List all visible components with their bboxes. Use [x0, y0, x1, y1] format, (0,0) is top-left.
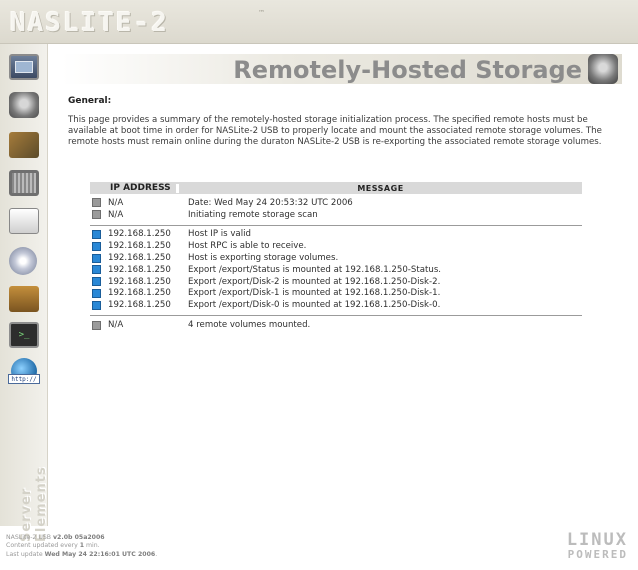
cell-message: Host IP is valid	[188, 229, 251, 240]
cell-ip: 192.168.1.250	[108, 229, 171, 240]
table-row: N/A Initiating remote storage scan	[90, 209, 582, 221]
sidebar-nav: >_ http:// Server Elements	[0, 44, 49, 542]
cell-ip: N/A	[108, 320, 124, 331]
status-indicator-blue	[92, 288, 101, 298]
naslite-logo[interactable]: NASLITE-2	[10, 8, 169, 38]
http-badge[interactable]: http://	[8, 374, 40, 384]
terminal-icon[interactable]: >_	[9, 322, 39, 348]
cell-message: Host is exporting storage volumes.	[188, 253, 339, 264]
cell-ip: 192.168.1.250	[108, 276, 171, 287]
status-indicator-blue	[92, 229, 101, 239]
network-icon[interactable]	[9, 132, 39, 158]
cell-message: Export /export/Disk-0 is mounted at 192.…	[188, 300, 441, 311]
linux-logo-text: LINUX	[566, 530, 628, 550]
table-row: N/A Date: Wed May 24 20:53:32 UTC 2006	[90, 197, 582, 209]
app-window: NASLITE-2 ™ >_ http:// Server Elements R…	[0, 0, 638, 570]
monitor-icon[interactable]	[9, 54, 39, 80]
intro-text: This page provides a summary of the remo…	[68, 115, 602, 148]
cd-icon[interactable]	[9, 247, 37, 275]
disk-icon[interactable]	[9, 92, 39, 118]
table-row: 192.168.1.250 Export /export/Disk-2 is m…	[90, 276, 582, 288]
status-indicator-blue	[92, 241, 101, 251]
table-row: 192.168.1.250 Host IP is valid	[90, 229, 582, 241]
terminal-prompt-glyph: >_	[18, 330, 30, 340]
cell-message: Host RPC is able to receive.	[188, 241, 307, 252]
cell-message: Export /export/Status is mounted at 192.…	[188, 264, 442, 275]
footer-last-update-suffix: .	[155, 550, 158, 558]
row-divider	[90, 224, 582, 226]
status-indicator-gray	[92, 320, 101, 330]
footer-update-label: Content updated every	[6, 542, 80, 550]
footer-last-update-label: Last update	[6, 550, 45, 558]
row-divider	[90, 315, 582, 317]
cell-message: Export /export/Disk-2 is mounted at 192.…	[188, 276, 441, 287]
footer-update-line: Content updated every 1 min.	[6, 542, 157, 550]
cell-ip: 192.168.1.250	[108, 241, 171, 252]
column-header-message: MESSAGE	[176, 183, 582, 193]
table-header: IP ADDRESS MESSAGE	[90, 182, 582, 194]
footer-version-line: NASLite-2 USB v2.0b 05a2006	[6, 534, 157, 542]
table-row: 192.168.1.250 Export /export/Disk-1 is m…	[90, 288, 582, 300]
cell-message: Date: Wed May 24 20:53:32 UTC 2006	[188, 197, 353, 208]
cell-message: 4 remote volumes mounted.	[188, 320, 311, 331]
footer-version-label: NASLite-2 USB	[6, 534, 53, 541]
cell-ip: 192.168.1.250	[108, 264, 171, 275]
column-header-ip: IP ADDRESS	[110, 183, 171, 193]
status-indicator-blue	[92, 300, 101, 310]
row-group-start: N/A Date: Wed May 24 20:53:32 UTC 2006 N…	[90, 197, 582, 221]
status-indicator-gray	[92, 210, 101, 220]
section-label: General:	[68, 96, 112, 106]
table-row: 192.168.1.250 Export /export/Disk-0 is m…	[90, 299, 582, 311]
status-indicator-gray	[92, 198, 101, 208]
status-indicator-blue	[92, 277, 101, 287]
footer-last-update-line: Last update Wed May 24 22:16:01 UTC 2006…	[6, 551, 157, 559]
table-row: 192.168.1.250 Export /export/Status is m…	[90, 264, 582, 276]
table-row: N/A 4 remote volumes mounted.	[90, 319, 582, 331]
footer-last-update-value: Wed May 24 22:16:01 UTC 2006	[44, 550, 156, 558]
server-elements-brand: Server Elements	[19, 466, 49, 542]
row-group-host: 192.168.1.250 Host IP is valid 192.168.1…	[90, 229, 582, 312]
page-title: Remotely-Hosted Storage	[233, 56, 582, 84]
cell-ip: 192.168.1.250	[108, 300, 171, 311]
chip-icon[interactable]	[9, 170, 39, 196]
status-indicator-blue	[92, 265, 101, 275]
storage-disk-icon	[588, 54, 618, 84]
system-icon[interactable]	[9, 208, 39, 234]
cell-message: Initiating remote storage scan	[188, 209, 318, 220]
footer-info: NASLite-2 USB v2.0b 05a2006 Content upda…	[6, 534, 157, 559]
main-content: Remotely-Hosted Storage General: This pa…	[62, 44, 622, 524]
cell-ip: 192.168.1.250	[108, 253, 171, 264]
cell-ip: 192.168.1.250	[108, 288, 171, 299]
footer-version-value: v2.0b 05a2006	[53, 534, 105, 541]
status-table: IP ADDRESS MESSAGE N/A Date: Wed May 24 …	[90, 182, 582, 331]
cell-message: Export /export/Disk-1 is mounted at 192.…	[188, 288, 441, 299]
status-indicator-blue	[92, 253, 101, 263]
trademark-mark: ™	[258, 9, 265, 17]
powered-logo-text: POWERED	[567, 548, 628, 561]
header-banner: NASLITE-2 ™	[0, 0, 638, 44]
cell-ip: N/A	[108, 197, 124, 208]
package-icon[interactable]	[9, 286, 39, 312]
table-row: 192.168.1.250 Host RPC is able to receiv…	[90, 240, 582, 252]
table-row: 192.168.1.250 Host is exporting storage …	[90, 252, 582, 264]
linux-powered-logo: LINUX POWERED	[567, 530, 628, 561]
cell-ip: N/A	[108, 209, 124, 220]
footer-update-suffix: min.	[84, 542, 100, 550]
row-group-summary: N/A 4 remote volumes mounted.	[90, 319, 582, 331]
title-bar: Remotely-Hosted Storage	[62, 54, 622, 84]
